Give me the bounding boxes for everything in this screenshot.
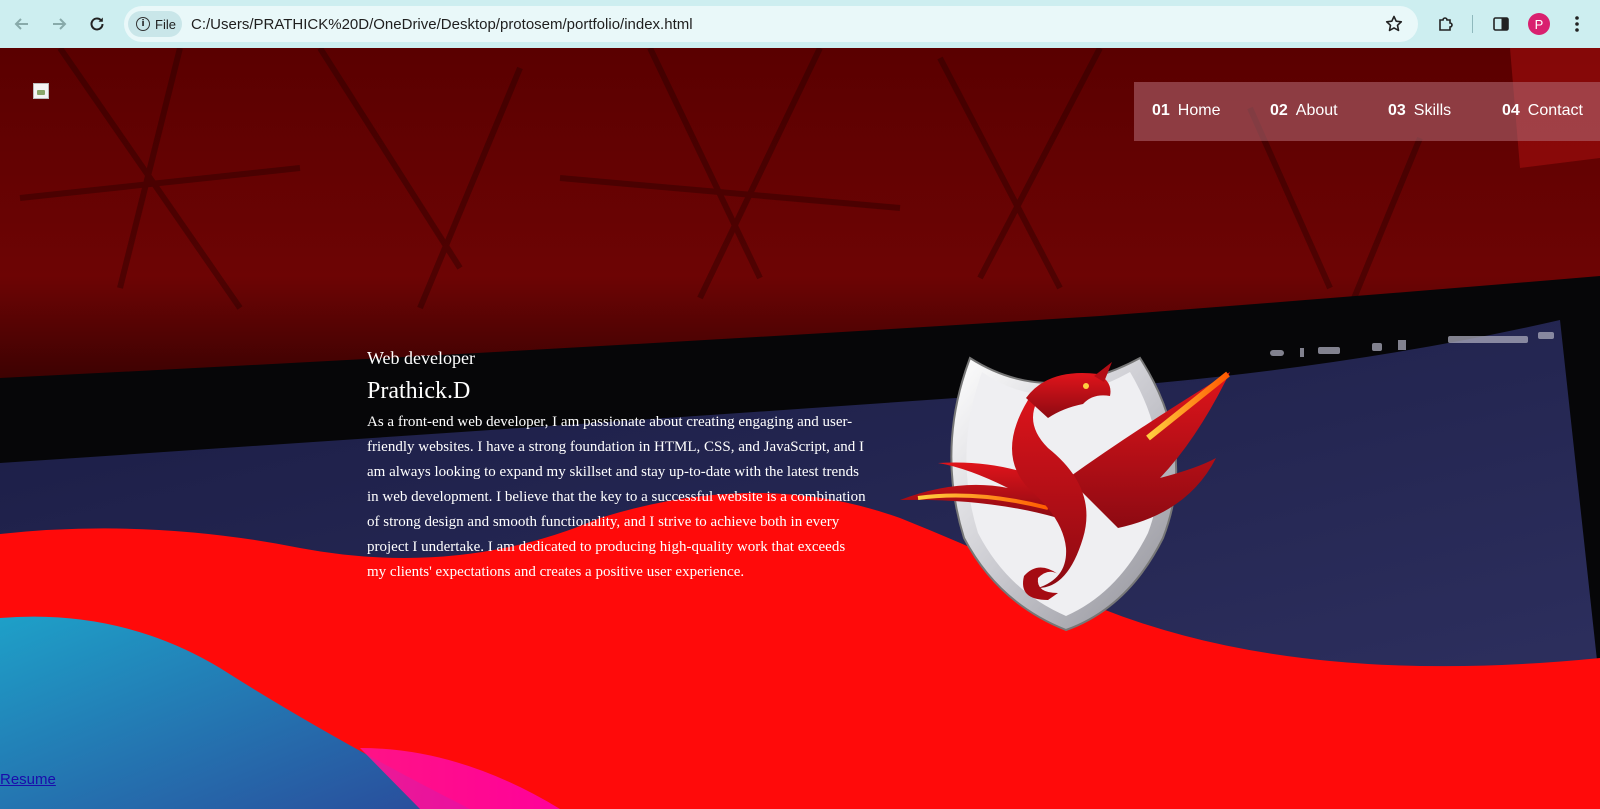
nav-item-contact[interactable]: 04 Contact — [1502, 102, 1583, 120]
logo-image[interactable] — [33, 83, 49, 99]
bookmark-star-icon[interactable] — [1384, 14, 1404, 39]
nav-number: 04 — [1502, 102, 1520, 119]
main-nav: 01 Home 02 About 03 Skills 04 Contact — [1134, 82, 1600, 141]
nav-item-skills[interactable]: 03 Skills — [1388, 102, 1451, 120]
portfolio-page: 01 Home 02 About 03 Skills 04 Contact Web de… — [0, 48, 1600, 809]
site-info-chip[interactable]: i File — [128, 11, 182, 37]
reload-button[interactable] — [83, 10, 111, 38]
nav-label: Home — [1177, 102, 1221, 119]
toolbar-divider — [1472, 15, 1473, 33]
nav-number: 02 — [1270, 102, 1288, 119]
nav-number: 01 — [1152, 102, 1170, 119]
nav-label: Skills — [1413, 102, 1452, 119]
resume-link[interactable]: Resume — [0, 771, 56, 788]
url-text[interactable]: C:/Users/PRATHICK%20D/OneDrive/Desktop/p… — [191, 16, 693, 33]
nav-item-home[interactable]: 01 Home — [1152, 102, 1220, 120]
side-panel-button[interactable] — [1487, 10, 1515, 38]
profile-avatar[interactable]: P — [1528, 13, 1550, 35]
file-chip-label: File — [155, 16, 176, 32]
job-title: Web developer — [367, 348, 475, 368]
menu-button[interactable] — [1563, 10, 1591, 38]
hero-section: Web developer Prathick.D As a front-end … — [367, 348, 867, 585]
forward-arrow-icon — [53, 18, 67, 30]
nav-item-about[interactable]: 02 About — [1270, 102, 1338, 120]
reload-icon — [90, 17, 104, 31]
nav-label: About — [1295, 102, 1338, 119]
back-arrow-icon — [14, 18, 28, 30]
browser-toolbar: i File C:/Users/PRATHICK%20D/OneDrive/De… — [0, 0, 1600, 48]
forward-button[interactable] — [45, 10, 73, 38]
bio-paragraph: As a front-end web developer, I am passi… — [367, 414, 866, 580]
address-bar[interactable]: i File C:/Users/PRATHICK%20D/OneDrive/De… — [124, 6, 1418, 42]
extensions-button[interactable] — [1432, 10, 1460, 38]
nav-label: Contact — [1527, 102, 1583, 119]
side-panel-icon — [1493, 17, 1509, 31]
person-name: Prathick.D — [367, 378, 471, 404]
nav-number: 03 — [1388, 102, 1406, 119]
puzzle-icon — [1439, 17, 1453, 31]
more-vertical-icon — [1575, 16, 1579, 32]
back-button[interactable] — [8, 10, 36, 38]
dragon-shield-logo — [900, 356, 1230, 632]
info-icon: i — [136, 17, 150, 31]
